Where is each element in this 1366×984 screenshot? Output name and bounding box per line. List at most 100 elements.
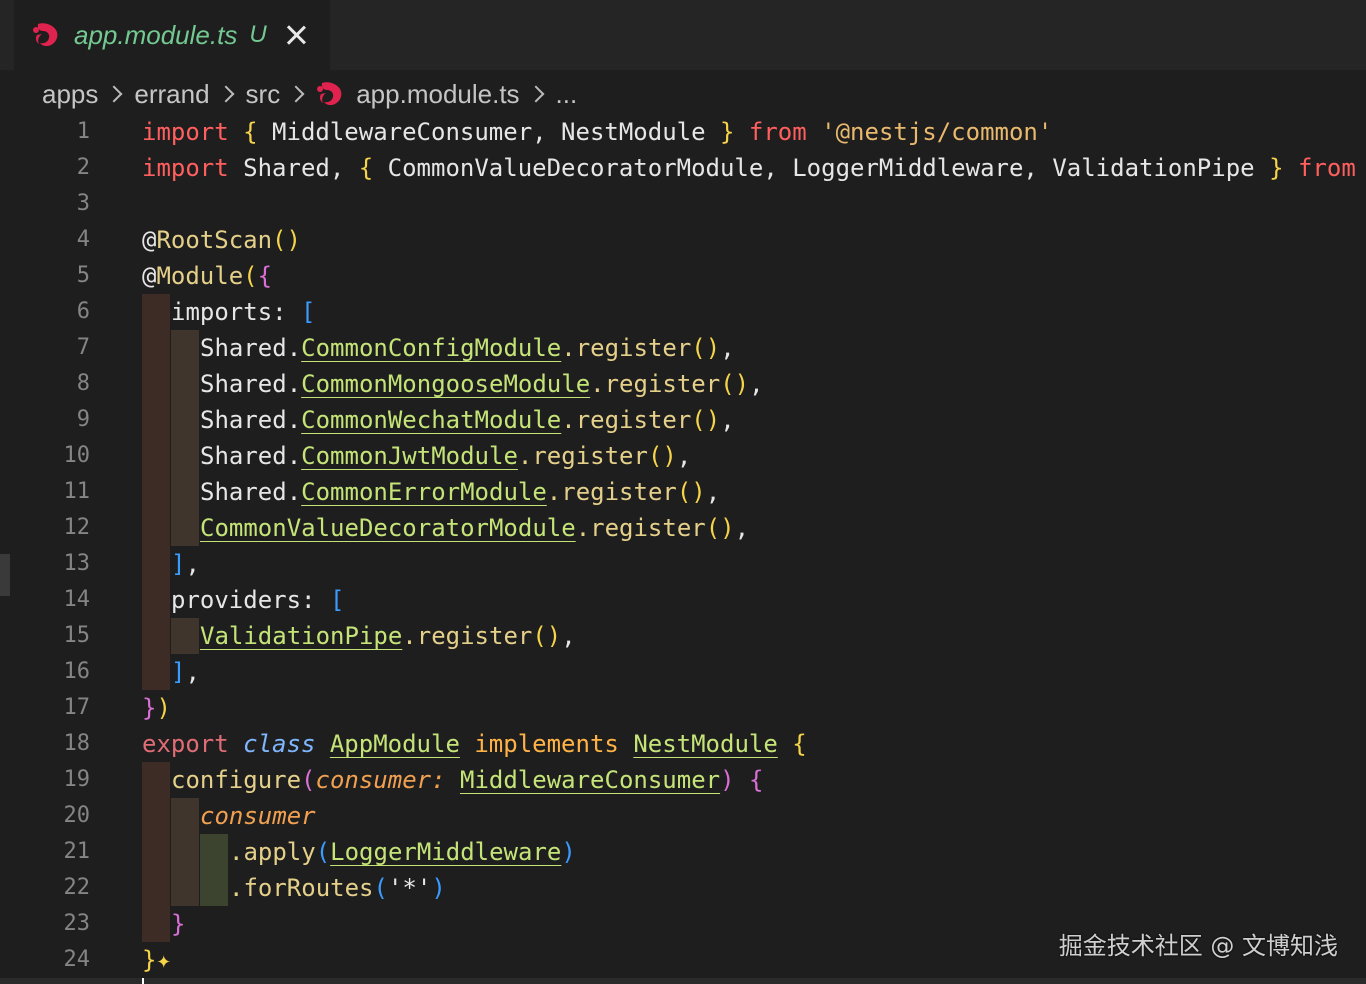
token-brace: } [142,946,157,974]
indent-guide [142,510,170,546]
token-method: .register [402,622,533,650]
indent-guide [142,798,170,834]
line-number: 11 [63,479,91,504]
chevron-right-icon [287,85,305,103]
token-paren: ) [431,874,446,902]
indent-guide [142,366,170,402]
code-line: 5 @Module({ [0,258,1366,294]
line-number: 14 [63,587,91,612]
token-class: ValidationPipe [200,622,403,650]
indent-guide [171,330,199,366]
token-punct: , [676,442,692,470]
line-content: @Module({ [142,258,272,294]
token-punct: , [749,370,764,398]
chevron-right-icon [105,85,123,103]
editor-tab[interactable]: app.module.ts U [14,0,330,70]
line-content: ], [171,654,200,690]
token-brace: } [142,694,157,722]
token-punct: , [561,622,576,650]
breadcrumb-file[interactable]: app.module.ts [356,79,519,110]
token-method: .forRoutes [229,874,374,902]
indent-guide [142,618,170,654]
token-paren: () [705,514,735,542]
indent-guide [171,402,199,438]
token-string: '*' [387,874,432,902]
chevron-right-icon [217,85,235,103]
indent-guide [142,582,170,618]
token-method: .register [561,406,692,434]
token-class: CommonConfigModule [301,334,562,362]
token-identifiers: MiddlewareConsumer, NestModule [257,118,720,146]
token-paren: () [720,370,750,398]
line-number: 20 [63,803,91,828]
breadcrumb-apps[interactable]: apps [42,79,98,110]
line-content: Shared.CommonConfigModule.register(), [200,330,735,366]
line-content: consumer [200,798,316,834]
breadcrumb-symbol[interactable]: ... [556,79,578,110]
tab-bar: app.module.ts U [0,0,1366,70]
indent-guide [142,654,170,690]
line-number: 19 [63,767,91,792]
token-paren: () [691,406,721,434]
line-number: 1 [76,119,90,144]
token-decorator: RootScan [156,226,273,254]
token-bracket: [ [329,586,345,614]
token-paren: ( [243,262,258,290]
token-keyword: export [142,730,229,758]
token-parameter: consumer [315,766,432,794]
token-keyword: import [142,154,229,182]
indent-guide [142,834,170,870]
line-content: CommonValueDecoratorModule.register(), [200,510,749,546]
text-cursor [142,978,144,984]
code-line: 3 [0,186,1366,222]
token-interface: NestModule [633,730,778,758]
token-identifiers: CommonValueDecoratorModule, LoggerMiddle… [373,154,1270,182]
line-content: }✦ [142,942,171,978]
code-line: 16 ], [0,654,1366,690]
code-line: 8 Shared.CommonMongooseModule.register()… [0,366,1366,402]
token-method: .apply [229,838,316,866]
token-class: LoggerMiddleware [330,838,562,866]
breadcrumb-src[interactable]: src [246,79,281,110]
token-class: CommonWechatModule [301,406,562,434]
breadcrumb-errand[interactable]: errand [134,79,209,110]
token-property: providers: [171,586,330,614]
line-number: 15 [63,623,91,648]
code-line: 19 configure(consumer: MiddlewareConsume… [0,762,1366,798]
token-decorator: Module [156,262,244,290]
line-content: Shared.CommonWechatModule.register(), [200,402,735,438]
token-punct: , [705,478,721,506]
git-status-untracked: U [249,21,267,48]
code-line: 12 CommonValueDecoratorModule.register()… [0,510,1366,546]
token-method: .register [575,514,706,542]
horizontal-scrollbar[interactable] [0,978,1366,984]
token-brace: } [719,118,735,146]
token-keyword-implements: implements [474,730,619,758]
nestjs-icon [32,18,66,52]
code-editor[interactable]: 1 import { MiddlewareConsumer, NestModul… [0,114,1366,982]
token-identifier: Shared. [200,370,302,398]
indent-guide [171,870,199,906]
token-identifier: Shared. [200,406,302,434]
line-number: 2 [76,155,90,180]
code-line: 6 imports: [ [0,294,1366,330]
line-number: 3 [76,191,90,216]
code-line: 17 }) [0,690,1366,726]
line-content: import { MiddlewareConsumer, NestModule … [142,114,1052,150]
close-icon[interactable] [285,24,307,46]
token-method: .register [590,370,721,398]
code-line: 10 Shared.CommonJwtModule.register(), [0,438,1366,474]
code-line: 20 consumer [0,798,1366,834]
sparkle-icon[interactable]: ✦ [156,946,170,974]
indent-guide [171,474,199,510]
line-content: .forRoutes('*') [229,870,446,906]
line-number: 7 [76,335,90,360]
token-identifier: Shared. [200,334,302,362]
